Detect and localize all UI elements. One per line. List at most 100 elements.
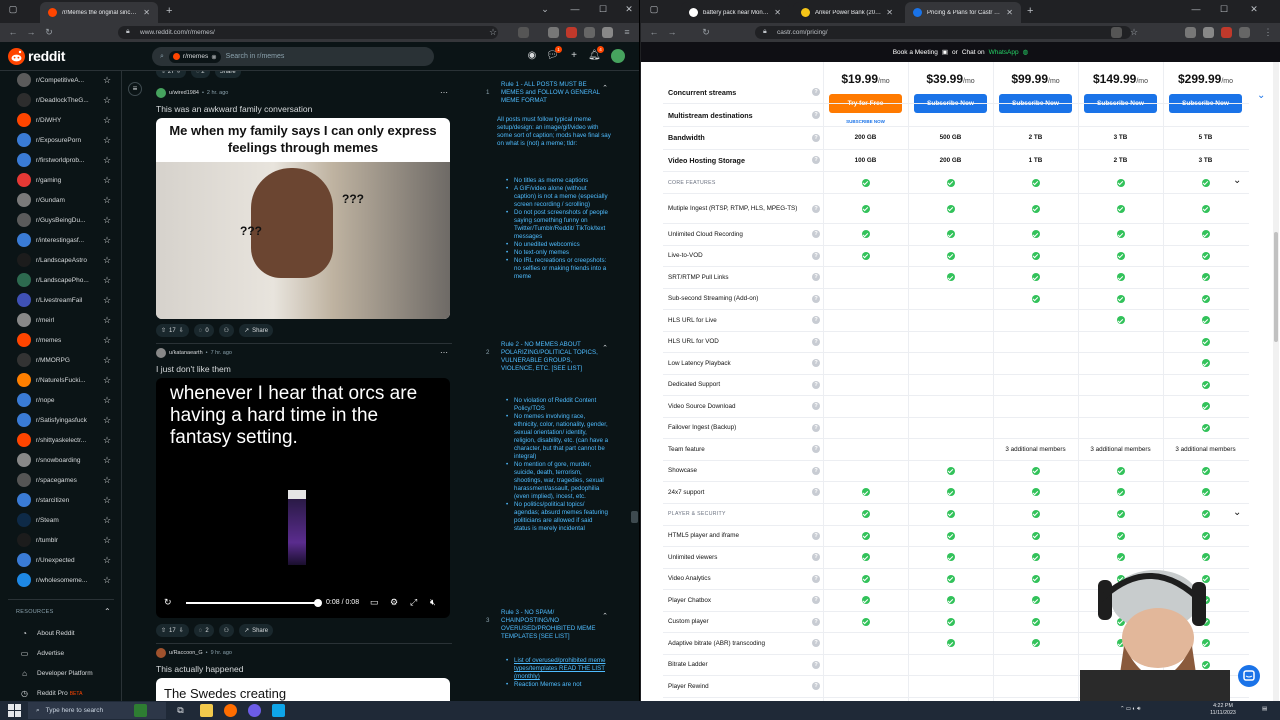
rule-bullet[interactable]: List of overused/prohibited meme types/t… — [504, 657, 610, 681]
cast-icon[interactable] — [1111, 27, 1122, 38]
favorite-star-icon[interactable]: ☆ — [100, 195, 114, 206]
extensions-puzzle-icon[interactable] — [1239, 27, 1250, 38]
section-header-row[interactable]: PLAYER & SECURITY ⌄ — [663, 504, 1249, 526]
comment-button[interactable]: ◌ 0 — [193, 324, 214, 337]
favorite-star-icon[interactable]: ☆ — [100, 95, 114, 106]
mute-icon[interactable]: 🔇︎ — [430, 597, 436, 608]
chevron-down-icon[interactable]: ⌄ — [1233, 507, 1241, 518]
firefox-icon[interactable] — [224, 704, 237, 717]
extension-icon[interactable] — [1203, 27, 1214, 38]
help-tooltip-icon[interactable]: ? — [812, 133, 820, 142]
reload-button[interactable]: ↻ — [697, 27, 715, 38]
forward-button[interactable]: → — [663, 27, 681, 37]
back-button[interactable]: ← — [645, 27, 663, 37]
favorite-star-icon[interactable]: ☆ — [100, 275, 114, 286]
share-button[interactable]: ↗ Share — [239, 624, 274, 637]
help-tooltip-icon[interactable]: ? — [812, 423, 820, 432]
post-title[interactable]: I just don't like them — [156, 364, 231, 374]
sidebar-community-item[interactable]: r/spacegames ☆ — [0, 470, 121, 490]
window-extra-icon[interactable]: ⌄ — [536, 4, 554, 15]
notification-center-icon[interactable]: ▤ — [1262, 706, 1267, 713]
extension-icon[interactable] — [1221, 27, 1232, 38]
help-tooltip-icon[interactable]: ? — [812, 359, 820, 368]
help-tooltip-icon[interactable]: ? — [812, 488, 820, 497]
extensions-puzzle-icon[interactable] — [602, 27, 613, 38]
help-tooltip-icon[interactable]: ? — [812, 204, 820, 213]
tab-menu-icon[interactable]: ▢ — [4, 4, 22, 15]
windows-start-icon[interactable] — [8, 704, 21, 717]
sidebar-community-item[interactable]: r/snowboarding ☆ — [0, 450, 121, 470]
close-tab-icon[interactable]: ✕ — [1006, 8, 1013, 17]
share-button[interactable]: Share — [214, 71, 241, 78]
search-input[interactable]: Search in r/memes — [226, 53, 285, 60]
help-tooltip-icon[interactable]: ? — [812, 337, 820, 346]
post-title[interactable]: This was an awkward family conversation — [156, 104, 312, 114]
post-author[interactable]: u/Raccoon_G — [169, 650, 203, 656]
back-button[interactable]: ← — [4, 27, 22, 37]
tab-anker[interactable]: Anker Power Bank (20,000mAh ✕ — [793, 2, 901, 23]
favorite-star-icon[interactable]: ☆ — [100, 475, 114, 486]
sidebar-community-item[interactable]: r/DiWHY ☆ — [0, 110, 121, 130]
rule-title[interactable]: Rule 2 - NO MEMES ABOUT POLARIZING/POLIT… — [501, 341, 601, 373]
post-options-icon[interactable]: ⋯ — [440, 348, 448, 357]
favorite-star-icon[interactable]: ☆ — [100, 315, 114, 326]
award-button[interactable]: ⚇ — [218, 324, 235, 337]
upvote-icon[interactable]: ⇧ — [161, 327, 166, 334]
favorite-star-icon[interactable]: ☆ — [100, 575, 114, 586]
bookmark-star-icon[interactable]: ☆ — [484, 27, 502, 38]
favorite-star-icon[interactable]: ☆ — [100, 255, 114, 266]
help-tooltip-icon[interactable]: ? — [812, 230, 820, 239]
chevron-up-icon[interactable]: ⌃ — [602, 613, 608, 621]
file-explorer-icon[interactable] — [200, 704, 213, 717]
vote-button[interactable]: ⇧ 27 ⇩ — [156, 71, 187, 78]
help-tooltip-icon[interactable]: ? — [812, 111, 820, 119]
extension-icon[interactable] — [1185, 27, 1196, 38]
taskbar-search-input[interactable]: Type here to search — [46, 707, 103, 714]
help-tooltip-icon[interactable]: ? — [812, 553, 820, 562]
close-window-button[interactable]: ✕ — [620, 4, 638, 15]
rule-title[interactable]: Rule 3 - NO SPAM/ CHAINPOSTING/NO OVERUS… — [501, 609, 601, 641]
subreddit-search-chip[interactable]: r/memes ⊗ — [168, 50, 221, 63]
sidebar-community-item[interactable]: r/LandscapeAstro ☆ — [0, 250, 121, 270]
fullscreen-icon[interactable]: ⤢ — [410, 597, 417, 608]
sidebar-community-item[interactable]: r/LivestreamFail ☆ — [0, 290, 121, 310]
award-button[interactable]: ⚇ — [218, 624, 235, 637]
favorite-star-icon[interactable]: ☆ — [100, 115, 114, 126]
help-tooltip-icon[interactable]: ? — [812, 660, 820, 669]
downvote-icon[interactable]: ⇩ — [179, 627, 184, 634]
resource-link[interactable]: ⌂ Developer Platform — [20, 669, 93, 678]
upvote-icon[interactable]: ⇧ — [161, 627, 166, 634]
favorite-star-icon[interactable]: ☆ — [100, 435, 114, 446]
downvote-icon[interactable]: ⇩ — [179, 327, 184, 334]
ad-icon[interactable]: ◉ — [526, 50, 538, 62]
tab-menu-icon[interactable]: ▢ — [645, 4, 663, 15]
chevron-up-icon[interactable]: ⌃ — [602, 85, 608, 93]
book-meeting-link[interactable]: Book a Meeting — [893, 49, 938, 56]
new-tab-button[interactable]: + — [166, 5, 172, 17]
rule-title[interactable]: Rule 1 - ALL POSTS MUST BE MEMES and FOL… — [501, 81, 601, 105]
help-tooltip-icon[interactable]: ? — [812, 596, 820, 605]
create-post-icon[interactable]: + — [568, 50, 580, 62]
favorite-star-icon[interactable]: ☆ — [100, 355, 114, 366]
post-image[interactable]: Me when my family says I can only expres… — [156, 118, 450, 319]
sidebar-community-item[interactable]: r/Gundam ☆ — [0, 190, 121, 210]
help-tooltip-icon[interactable]: ? — [812, 380, 820, 389]
help-tooltip-icon[interactable]: ? — [812, 617, 820, 626]
chevron-down-icon[interactable]: ⌄ — [1257, 90, 1265, 101]
help-tooltip-icon[interactable]: ? — [812, 466, 820, 475]
sidebar-community-item[interactable]: r/wholesomeme... ☆ — [0, 570, 121, 590]
share-button[interactable]: ↗ Share — [239, 324, 274, 337]
page-scrollbar-thumb[interactable] — [1274, 232, 1278, 342]
sidebar-community-item[interactable]: r/ExposurePorn ☆ — [0, 130, 121, 150]
extension-icon[interactable] — [548, 27, 559, 38]
settings-gear-icon[interactable]: ⚙ — [390, 597, 398, 608]
address-bar[interactable]: 🔒︎ castr.com/pricing/ — [755, 26, 1131, 39]
captions-icon[interactable]: ▭ — [370, 597, 379, 608]
whatsapp-link[interactable]: WhatsApp — [989, 49, 1019, 56]
resource-link[interactable]: ◔ About Reddit — [20, 629, 75, 638]
close-window-button[interactable]: ✕ — [1245, 4, 1263, 15]
help-tooltip-icon[interactable]: ? — [812, 682, 820, 691]
resource-link[interactable]: ◷ Reddit Pro BETA — [20, 689, 82, 698]
sidebar-community-item[interactable]: r/nope ☆ — [0, 390, 121, 410]
sidebar-community-item[interactable]: r/starcitizen ☆ — [0, 490, 121, 510]
